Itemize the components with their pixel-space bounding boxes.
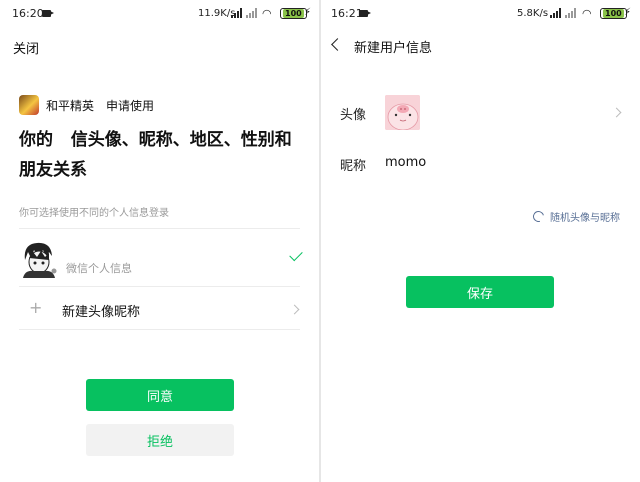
page-title: 新建用户信息 — [354, 41, 433, 56]
camera-icon — [42, 10, 54, 17]
app-name: 和平精英 — [46, 98, 95, 113]
battery-icon: 100 — [600, 8, 627, 19]
headline-line-2: 朋友关系 — [19, 160, 87, 180]
wifi-icon: ◠ — [262, 7, 272, 20]
status-bar: 16:21 5.8K/s ◠ 100 ⚡ — [321, 0, 640, 26]
headline-line-1: 你的 信头像、昵称、地区、性别和 — [19, 130, 292, 150]
signal-icon — [231, 8, 245, 18]
permission-headline: 你的 信头像、昵称、地区、性别和 朋友关系 — [19, 125, 299, 185]
status-bar: 16:20 11.9K/s ◠ 100 ⚡ — [0, 0, 319, 26]
close-button[interactable]: 关闭 — [13, 38, 39, 57]
divider — [19, 228, 300, 229]
status-time: 16:21 — [331, 7, 363, 20]
random-avatar-nickname-link[interactable]: 随机头像与昵称 — [530, 208, 620, 225]
back-arrow-icon[interactable] — [331, 38, 344, 51]
avatar — [385, 95, 420, 130]
option-label: 新建头像昵称 — [62, 305, 141, 320]
option-new-profile[interactable]: + 新建头像昵称 — [19, 295, 304, 325]
new-user-info-screen: 16:21 5.8K/s ◠ 100 ⚡ 新建用户信息 头像 昵称 momo 随… — [321, 0, 640, 482]
battery-icon: 100 — [280, 8, 307, 19]
option-label: 微信个人信息 — [66, 262, 132, 275]
chevron-right-icon — [611, 107, 622, 118]
signal-icon — [550, 8, 564, 18]
reject-button[interactable]: 拒绝 — [86, 424, 234, 456]
random-label: 随机头像与昵称 — [550, 213, 620, 224]
network-speed: 5.8K/s — [517, 8, 549, 19]
divider — [19, 286, 300, 287]
app-icon — [19, 95, 39, 115]
authorization-screen: 16:20 11.9K/s ◠ 100 ⚡ 关闭 和平精英 申请使用 你的 信头… — [0, 0, 319, 482]
signal-icon — [565, 8, 579, 18]
avatar-row[interactable]: 头像 — [321, 90, 640, 136]
plus-icon: + — [29, 298, 43, 317]
avatar — [19, 238, 59, 278]
camera-icon — [359, 10, 371, 17]
agree-button[interactable]: 同意 — [86, 379, 234, 411]
save-button[interactable]: 保存 — [406, 276, 554, 308]
apply-text: 申请使用 — [106, 98, 155, 113]
nickname-label: 昵称 — [340, 159, 367, 174]
option-wechat-profile[interactable]: 微信个人信息 — [19, 238, 304, 282]
choose-hint: 你可选择使用不同的个人信息登录 — [19, 208, 169, 219]
app-info: 和平精英 申请使用 — [19, 95, 154, 115]
signal-icon — [246, 8, 260, 18]
network-speed: 11.9K/s — [198, 8, 236, 19]
check-icon — [289, 247, 303, 262]
status-time: 16:20 — [12, 7, 44, 20]
chevron-right-icon — [289, 304, 300, 315]
avatar-label: 头像 — [340, 108, 367, 123]
refresh-icon — [530, 208, 547, 225]
wifi-icon: ◠ — [582, 7, 592, 20]
nickname-input[interactable]: momo — [385, 155, 426, 170]
charging-icon: ⚡ — [624, 7, 632, 18]
charging-icon: ⚡ — [304, 7, 312, 18]
divider — [19, 329, 300, 330]
